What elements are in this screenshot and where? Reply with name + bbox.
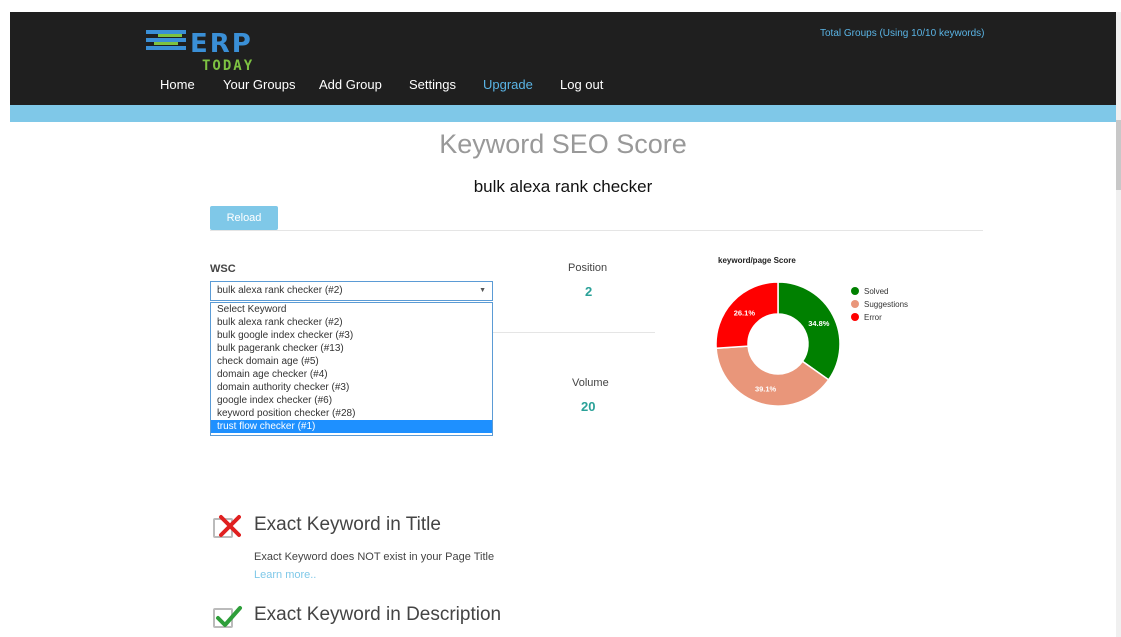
header-accent-bar	[10, 105, 1116, 122]
check-description-status	[213, 604, 242, 630]
divider	[210, 230, 983, 231]
slice-label: 34.8%	[808, 319, 830, 328]
keyword-heading: bulk alexa rank checker	[473, 177, 653, 196]
nav-upgrade[interactable]: Upgrade	[483, 77, 533, 92]
nav-your-groups[interactable]: Your Groups	[223, 77, 296, 92]
chevron-down-icon: ▼	[479, 287, 486, 294]
legend-marker	[851, 300, 859, 308]
keyword-select-value: bulk alexa rank checker (#2)	[217, 285, 343, 296]
keyword-option[interactable]: Select Keyword	[211, 303, 492, 316]
keyword-option[interactable]: google index checker (#6)	[211, 394, 492, 407]
keyword-option[interactable]: trust flow checker (#1)	[211, 420, 492, 433]
chart-title: keyword/page Score	[718, 256, 796, 265]
legend-marker	[851, 313, 859, 321]
keyword-dropdown-list: Select Keyword bulk alexa rank checker (#…	[210, 302, 493, 436]
svg-text:TODAY: TODAY	[202, 58, 254, 74]
green-check-icon	[216, 606, 242, 627]
nav-add-group[interactable]: Add Group	[319, 77, 382, 92]
total-groups-status[interactable]: Total Groups (Using 10/10 keywords)	[820, 28, 985, 39]
browser-page: ERP TODAY Total Groups (Using 10/10 keyw…	[10, 12, 1116, 637]
keyword-option[interactable]: domain age checker (#4)	[211, 368, 492, 381]
nav-home[interactable]: Home	[160, 77, 195, 92]
legend-marker	[851, 287, 859, 295]
learn-more-link[interactable]: Learn more..	[254, 569, 316, 581]
site-header: ERP TODAY Total Groups (Using 10/10 keyw…	[10, 12, 1116, 105]
legend-label[interactable]: Suggestions	[864, 300, 908, 309]
page-title: Keyword SEO Score	[439, 129, 687, 159]
keyword-option[interactable]: domain authority checker (#3)	[211, 381, 492, 394]
score-donut-chart: keyword/page Score 34.8% 39.1% 26.1% Solved S…	[715, 256, 908, 407]
keyword-option[interactable]: bulk alexa rank checker (#2)	[211, 316, 492, 329]
position-label: Position	[568, 262, 608, 274]
volume-label: Volume	[572, 377, 609, 389]
keyword-option[interactable]: bulk pagerank checker (#13)	[211, 342, 492, 355]
scrollbar-thumb[interactable]	[1116, 120, 1121, 190]
svg-text:ERP: ERP	[190, 29, 253, 59]
keyword-option[interactable]: keyword position checker (#28)	[211, 407, 492, 420]
nav-settings[interactable]: Settings	[409, 77, 456, 92]
keyword-option[interactable]: check domain age (#5)	[211, 355, 492, 368]
nav-log-out[interactable]: Log out	[560, 77, 603, 92]
keyword-option[interactable]: bulk google index checker (#3)	[211, 329, 492, 342]
reload-button[interactable]: Reload	[210, 206, 278, 230]
wsc-label: WSC	[210, 263, 236, 275]
keyword-select[interactable]: bulk alexa rank checker (#2) ▼	[210, 281, 493, 301]
divider	[493, 332, 655, 333]
position-value: 2	[585, 284, 593, 299]
legend-label[interactable]: Solved	[864, 287, 888, 296]
check-title: Exact Keyword in Description	[254, 604, 502, 625]
scrollbar[interactable]	[1116, 12, 1121, 637]
red-x-icon	[219, 515, 241, 537]
slice-label: 26.1%	[734, 309, 756, 318]
check-title: Exact Keyword in Title	[254, 514, 441, 535]
slice-label: 39.1%	[755, 384, 777, 393]
volume-value: 20	[581, 399, 596, 414]
check-description: Exact Keyword does NOT exist in your Pag…	[254, 551, 495, 563]
serp-today-logo[interactable]: ERP TODAY	[144, 26, 294, 76]
legend-label[interactable]: Error	[864, 313, 882, 322]
check-title-status	[213, 514, 241, 540]
